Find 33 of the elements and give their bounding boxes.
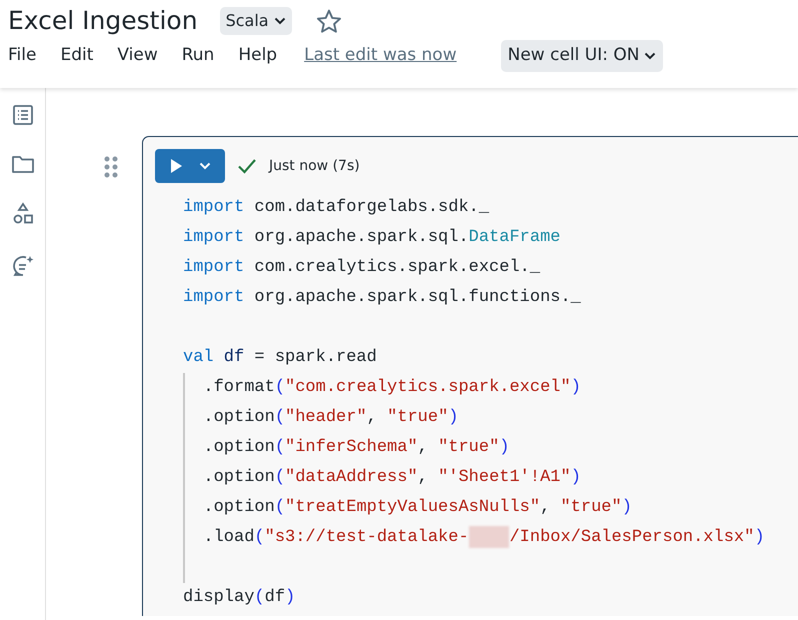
play-icon	[169, 158, 183, 174]
chevron-down-icon	[274, 17, 286, 25]
code-line: .format("com.crealytics.spark.excel")	[202, 377, 581, 399]
menu-item[interactable]: Run	[182, 43, 214, 68]
notebook-title: Excel Ingestion	[8, 6, 198, 36]
code-line: .load("s3://test-datalake- /Inbox/SalesPerson.xlsx")	[183, 523, 765, 553]
code-line: .option("dataAddress", "'Sheet1'!A1")	[202, 467, 581, 489]
code-line: import com.dataforgelabs.sdk._	[183, 197, 490, 219]
menu-item[interactable]: View	[117, 43, 158, 68]
menu-item[interactable]: Edit	[60, 43, 94, 68]
run-button[interactable]	[155, 149, 225, 183]
menu-item[interactable]: Help	[238, 43, 278, 68]
code-line: import org.apache.spark.sql.functions._	[183, 287, 581, 309]
star-icon[interactable]	[316, 8, 342, 34]
code-line: val df = spark.read	[183, 347, 377, 369]
last-edit-link[interactable]: Last edit was now	[304, 43, 457, 68]
chat-sparkle-icon[interactable]	[10, 254, 34, 278]
code-line: .option("treatEmptyValuesAsNulls", "true")	[202, 497, 632, 519]
folder-icon[interactable]	[10, 154, 34, 174]
code-line: import org.apache.spark.sql.DataFrame	[183, 227, 560, 249]
cell-ui-toggle[interactable]: New cell UI: ON	[500, 40, 664, 72]
code-line: .option("header", "true")	[202, 407, 458, 429]
code-line: display(df)	[183, 587, 296, 609]
chevron-down-icon	[199, 162, 211, 170]
menu-item[interactable]: File	[8, 43, 36, 68]
code-line: import com.crealytics.spark.excel._	[183, 257, 540, 279]
list-icon[interactable]	[12, 104, 34, 126]
shapes-icon[interactable]	[12, 202, 34, 226]
language-dropdown[interactable]: Scala	[220, 7, 292, 35]
chevron-down-icon	[644, 52, 656, 60]
drag-handle-icon[interactable]	[104, 156, 118, 178]
run-status: Just now (7s)	[269, 156, 360, 176]
code-line: .option("inferSchema", "true")	[202, 437, 510, 459]
